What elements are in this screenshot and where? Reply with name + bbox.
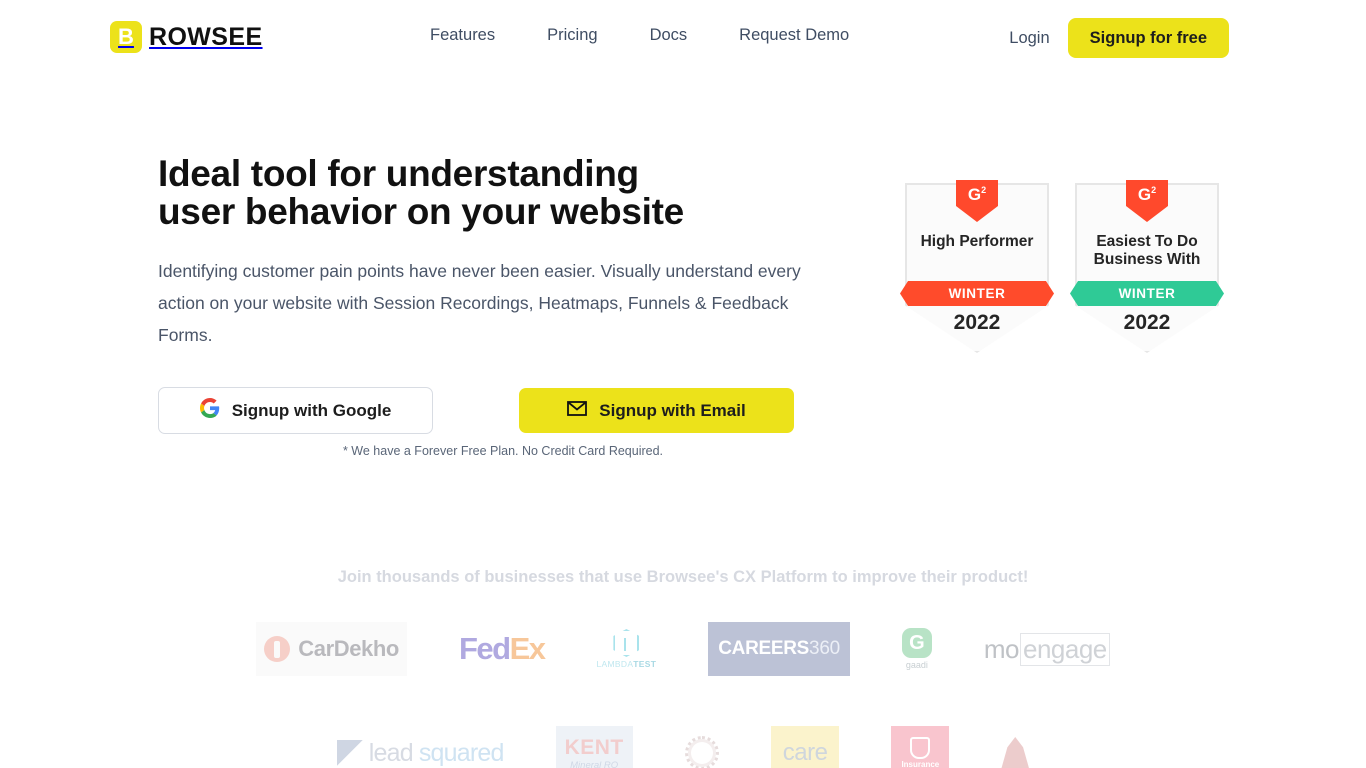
badge-title: Easiest To Do Business With (1093, 233, 1201, 269)
badge-title: High Performer (920, 233, 1034, 250)
fedex-label-part1: Fed (458, 631, 511, 666)
insurance-shield-icon (910, 737, 931, 759)
social-proof-title: Join thousands of businesses that use Br… (337, 568, 1029, 586)
hero-cta-row: Signup with Google Signup with Email (158, 387, 794, 434)
logo-wordmark: ROWSEE (149, 22, 263, 51)
lambdatest-label-part2: TEST (633, 659, 657, 669)
leadsquared-mark-icon (336, 740, 363, 766)
hero-section: Ideal tool for understanding user behavi… (158, 153, 858, 351)
badge-season-ribbon: WINTER (1070, 281, 1224, 306)
care-label: care (782, 739, 828, 766)
cardekho-mark-icon (264, 636, 291, 662)
client-logo-gaadi: G gaadi (901, 622, 932, 676)
g2-letter: G (967, 185, 982, 204)
client-logo-insurance: Insurance (891, 726, 950, 768)
free-plan-disclaimer: * We have a Forever Free Plan. No Credit… (342, 444, 664, 458)
signup-with-email-button[interactable]: Signup with Email (519, 388, 794, 433)
client-logo-moengage: mo engage (984, 622, 1110, 676)
logo-mark-icon: B (110, 21, 142, 53)
client-logo-cardekho: CarDekho (256, 622, 407, 676)
client-logo-leadsquared: lead squared (336, 726, 505, 768)
badge-year: 2022 (1123, 311, 1171, 334)
brand-logo[interactable]: B ROWSEE (110, 21, 263, 53)
client-logo-kent: KENT Mineral RO (555, 726, 633, 768)
leadsquared-label-part1: lead (368, 738, 414, 767)
moengage-label-part2: engage (1019, 632, 1110, 666)
signup-with-google-label: Signup with Google (231, 400, 392, 420)
client-logo-fedex: Fed Ex (458, 622, 546, 676)
main-nav: Features Pricing Docs Request Demo (430, 26, 849, 45)
header-actions: Login Signup for free (1009, 18, 1229, 58)
login-link[interactable]: Login (1009, 29, 1049, 48)
client-logo-careers360: CAREERS 360 (708, 622, 850, 676)
nav-item-request-demo[interactable]: Request Demo (739, 26, 849, 45)
gaadi-mark-icon: G (901, 628, 932, 658)
g2-superscript: 2 (981, 185, 987, 195)
lambdatest-label-part1: LAMBDA (596, 659, 634, 669)
kent-label-part1: KENT (564, 735, 624, 759)
careers360-label-part2: 360 (809, 638, 840, 659)
google-icon (199, 398, 220, 423)
signup-with-email-label: Signup with Email (599, 400, 746, 420)
fedex-label-part2: Ex (509, 631, 546, 666)
g2-badges: G2 High Performer WINTER 2022 G2 Easiest… (905, 180, 1219, 353)
kent-label-part2: Mineral RO (570, 759, 619, 768)
signup-for-free-button[interactable]: Signup for free (1067, 18, 1229, 58)
client-logo-sunburst (684, 726, 719, 768)
client-logo-row-2: lead squared KENT Mineral RO care Insuran… (0, 726, 1366, 768)
badge-year: 2022 (953, 311, 1001, 334)
nav-item-features[interactable]: Features (430, 26, 495, 45)
moengage-label-part1: mo (983, 633, 1020, 664)
flame-icon (1001, 737, 1030, 768)
gaadi-label: gaadi (905, 660, 928, 670)
careers360-label-part1: CAREERS (718, 638, 810, 659)
signup-with-google-button[interactable]: Signup with Google (158, 387, 433, 434)
badge-season-ribbon: WINTER (900, 281, 1054, 306)
envelope-icon (567, 400, 588, 421)
leadsquared-label-part2: squared (418, 738, 505, 767)
client-logo-flame (1001, 726, 1030, 768)
g2-letter: G (1137, 185, 1152, 204)
nav-item-pricing[interactable]: Pricing (547, 26, 597, 45)
client-logo-lambdatest: LAMBDATEST (597, 622, 657, 676)
client-logo-row-1: CarDekho Fed Ex LAMBDATEST CAREERS 360 G g… (0, 622, 1366, 676)
nav-item-docs[interactable]: Docs (650, 26, 688, 45)
client-logo-care: care (770, 726, 840, 768)
hero-title: Ideal tool for understanding user behavi… (158, 153, 684, 233)
g2-superscript: 2 (1151, 185, 1157, 195)
landing-page: B ROWSEE Features Pricing Docs Request D… (0, 0, 1366, 768)
sunburst-icon (684, 736, 719, 768)
cardekho-label: CarDekho (298, 636, 399, 661)
insurance-label: Insurance (901, 760, 940, 768)
hero-subtitle: Identifying customer pain points have ne… (158, 260, 801, 345)
g2-badge-high-performer: G2 High Performer WINTER 2022 (905, 180, 1049, 353)
lambdatest-hexagon-icon (613, 629, 640, 657)
site-header: B ROWSEE Features Pricing Docs Request D… (0, 0, 1366, 74)
g2-badge-easiest-to-do-business-with: G2 Easiest To Do Business With WINTER 20… (1075, 180, 1219, 353)
